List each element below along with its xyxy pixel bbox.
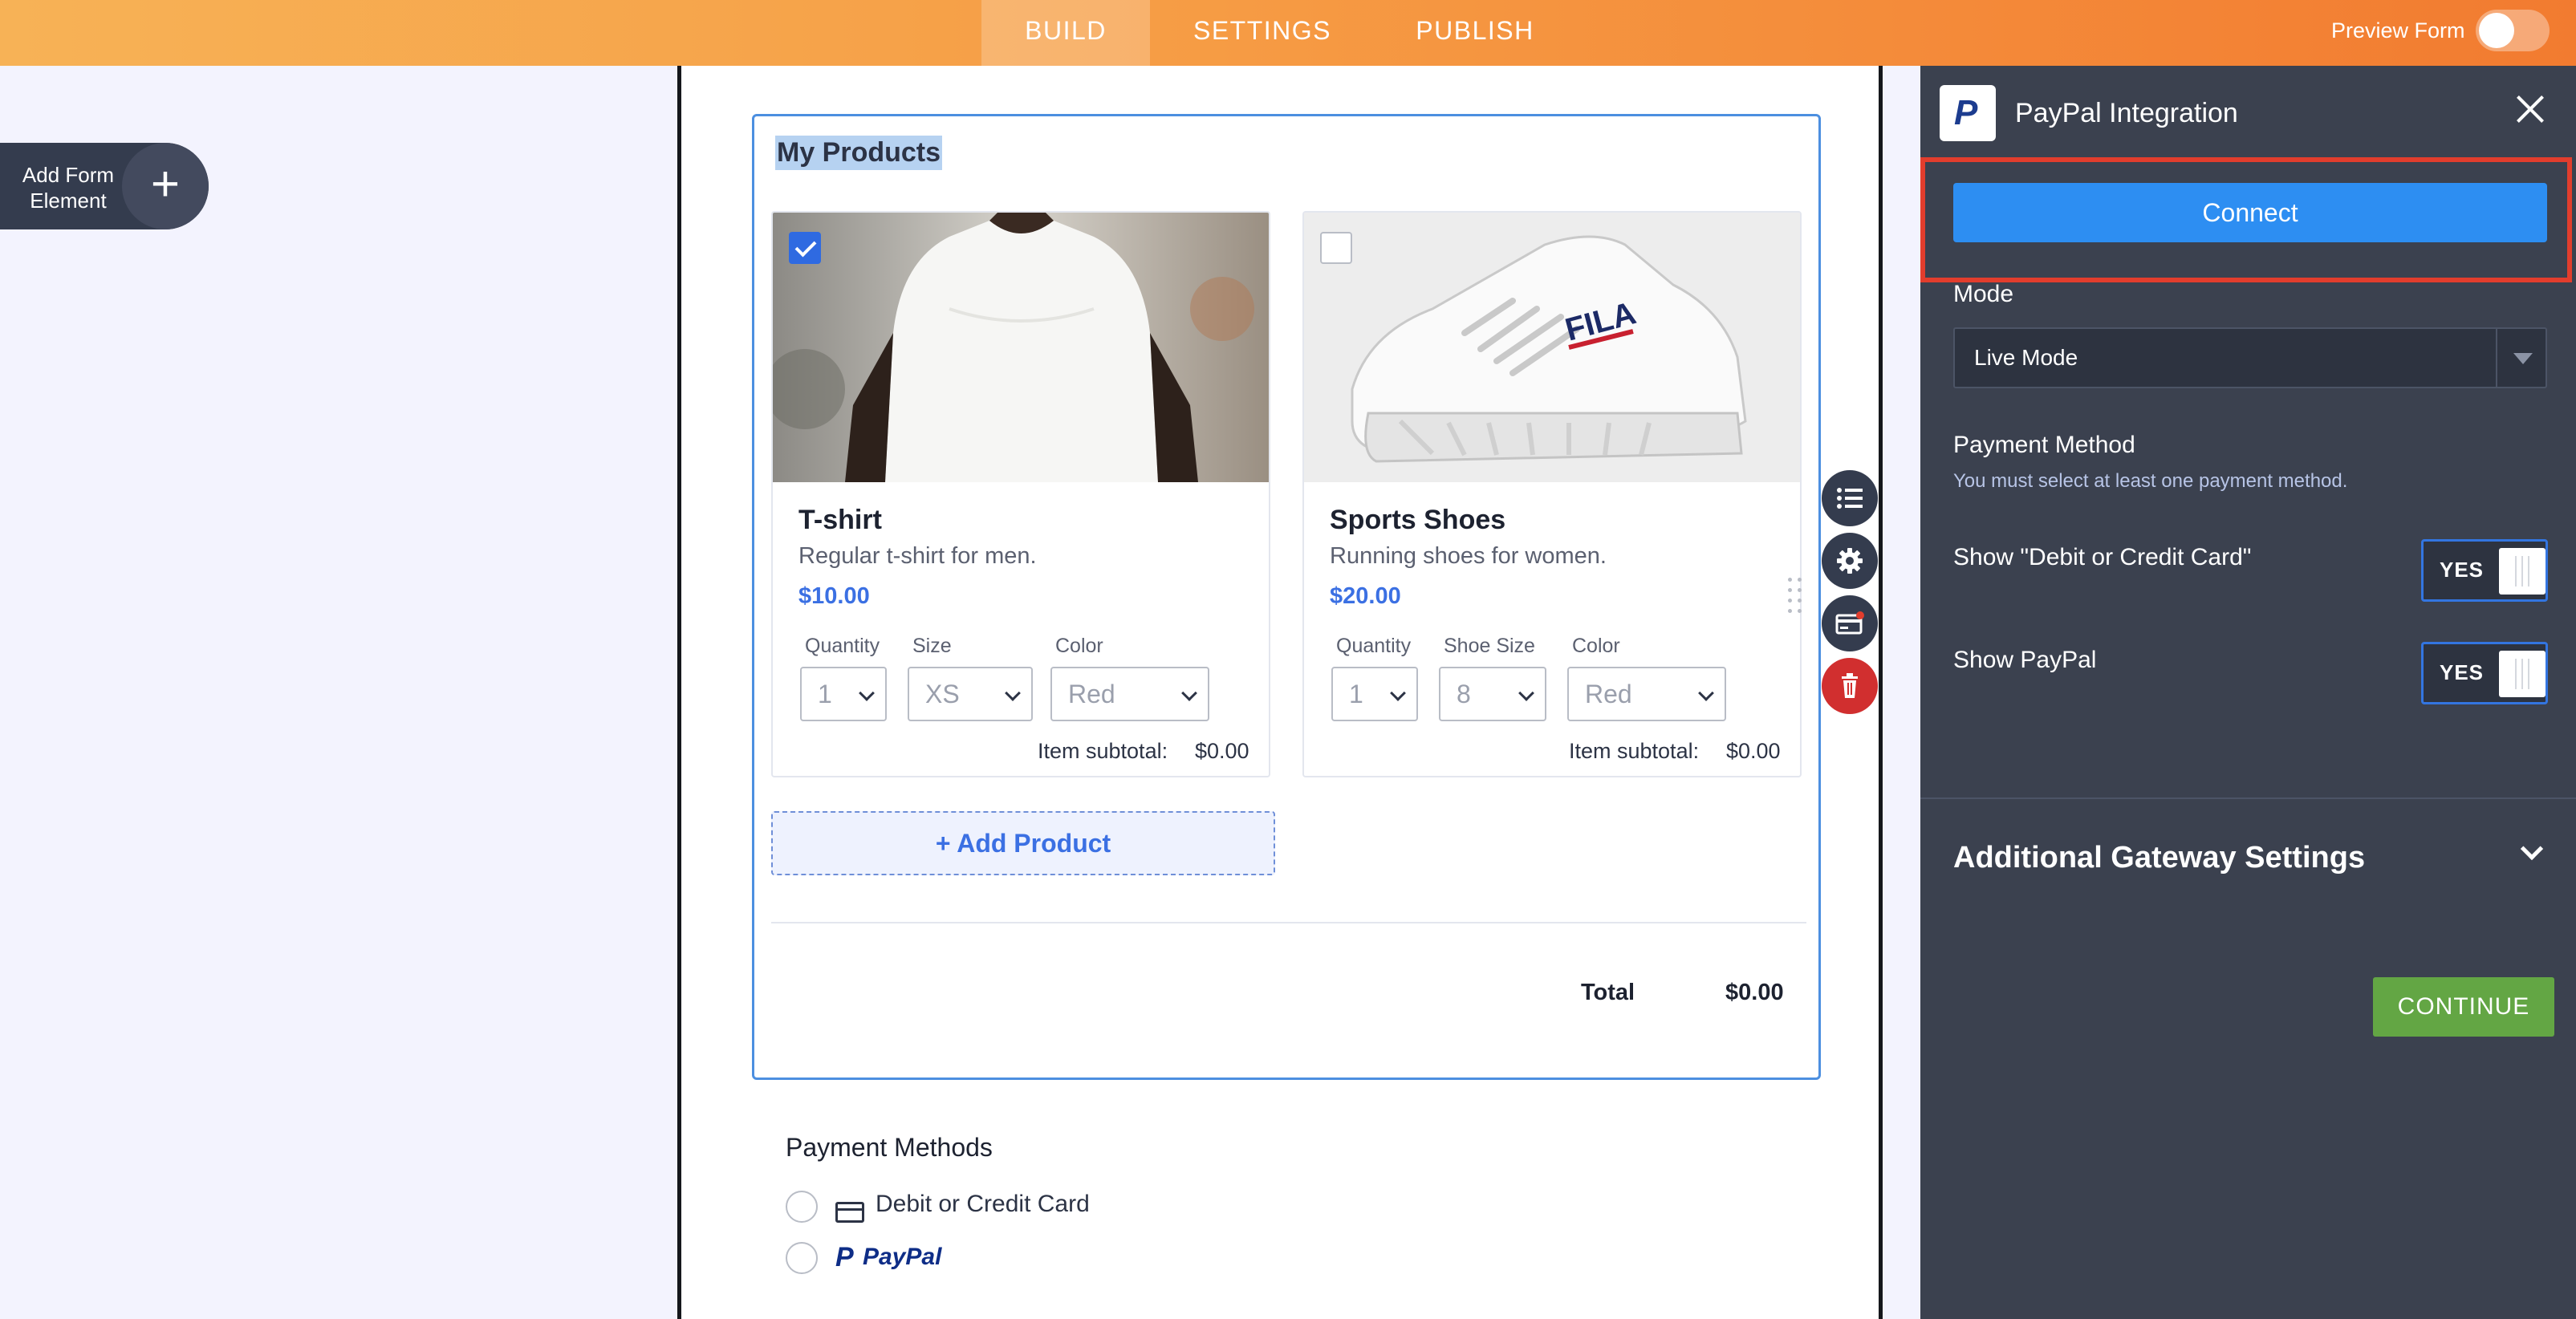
mode-select-value: Live Mode <box>1974 345 2078 370</box>
chevron-down-icon <box>1005 685 1021 701</box>
select-value: Red <box>1068 680 1115 708</box>
product-card-sports-shoes[interactable]: FILA Sports Shoes Running shoes for wome… <box>1302 211 1802 777</box>
radio-paypal[interactable] <box>786 1242 818 1274</box>
payment-method-label: Payment Method <box>1953 432 2135 458</box>
payment-card-icon <box>1835 611 1864 635</box>
tab-publish[interactable]: PUBLISH <box>1375 0 1575 66</box>
toggle-knob <box>2499 548 2546 595</box>
product-checkbox[interactable] <box>789 232 821 264</box>
color-label: Color <box>1572 635 1620 657</box>
item-subtotal-value: $0.00 <box>1195 739 1249 763</box>
size-select[interactable]: XS <box>908 667 1033 721</box>
settings-button[interactable] <box>1822 533 1878 589</box>
show-card-label: Show "Debit or Credit Card" <box>1953 544 2252 570</box>
product-description: Regular t-shirt for men. <box>798 543 1037 569</box>
shoe-size-label: Shoe Size <box>1444 635 1535 657</box>
caret-down-icon <box>2513 353 2533 364</box>
product-card-tshirt[interactable]: T-shirt Regular t-shirt for men. $10.00 … <box>771 211 1270 777</box>
payment-method-card-label: Debit or Credit Card <box>876 1191 1090 1217</box>
main-tabs: BUILD SETTINGS PUBLISH <box>981 0 1575 66</box>
item-subtotal-label: Item subtotal: <box>1569 739 1700 763</box>
properties-button[interactable] <box>1822 470 1878 526</box>
select-value: 1 <box>1349 680 1363 708</box>
add-product-button[interactable]: + Add Product <box>771 811 1275 875</box>
shoe-size-select[interactable]: 8 <box>1439 667 1546 721</box>
show-paypal-toggle[interactable]: YES <box>2421 642 2548 704</box>
credit-card-icon <box>835 1202 864 1223</box>
chevron-down-icon <box>1518 685 1534 701</box>
show-card-toggle[interactable]: YES <box>2421 539 2548 602</box>
payment-settings-button[interactable] <box>1822 595 1878 651</box>
show-paypal-label: Show PayPal <box>1953 647 2097 673</box>
product-name: T-shirt <box>798 505 882 535</box>
preview-form-label: Preview Form <box>2331 18 2465 43</box>
radio-debit-credit-card[interactable] <box>786 1191 818 1223</box>
size-label: Size <box>912 635 952 657</box>
color-select[interactable]: Red <box>1050 667 1209 721</box>
total-label: Total <box>1581 980 1635 1005</box>
toggle-yes-text: YES <box>2440 660 2485 684</box>
chevron-down-icon <box>1698 685 1714 701</box>
paypal-logo-text: PayPal <box>863 1244 942 1270</box>
preview-form-toggle[interactable] <box>2476 10 2550 51</box>
sneaker-image: FILA <box>1304 213 1800 482</box>
tab-settings[interactable]: SETTINGS <box>1150 0 1375 66</box>
widget-title[interactable]: My Products <box>775 136 943 170</box>
product-checkbox[interactable] <box>1320 232 1352 264</box>
close-icon[interactable] <box>2514 93 2546 125</box>
select-value: 1 <box>818 680 832 708</box>
chevron-down-icon[interactable] <box>2520 837 2544 861</box>
toggle-yes-text: YES <box>2440 558 2485 582</box>
continue-button[interactable]: CONTINUE <box>2373 977 2554 1037</box>
add-form-element-button[interactable]: Add Form Element + <box>0 143 209 229</box>
chevron-down-icon <box>1390 685 1406 701</box>
payment-methods-title: Payment Methods <box>786 1133 993 1162</box>
quantity-select[interactable]: 1 <box>800 667 887 721</box>
product-name: Sports Shoes <box>1330 505 1506 535</box>
product-list-widget[interactable]: My Products T-shirt Regular t-shirt for … <box>752 114 1821 1080</box>
color-select[interactable]: Red <box>1567 667 1726 721</box>
additional-gateway-settings-toggle[interactable]: Additional Gateway Settings <box>1953 841 2365 875</box>
delete-button[interactable] <box>1822 658 1878 714</box>
toggle-knob <box>2479 13 2514 48</box>
panel-header: P PayPal Integration <box>1920 66 2576 159</box>
select-separator <box>2496 329 2497 387</box>
total-value: $0.00 <box>1725 980 1784 1005</box>
drag-handle-icon[interactable] <box>1788 578 1804 613</box>
product-price: $20.00 <box>1330 583 1401 609</box>
tshirt-image <box>773 213 1269 482</box>
quantity-label: Quantity <box>805 635 880 657</box>
select-value: 8 <box>1457 680 1471 708</box>
top-navigation-bar: BUILD SETTINGS PUBLISH Preview Form <box>0 0 2576 66</box>
plus-icon[interactable]: + <box>122 143 209 229</box>
add-form-element-label: Add Form Element <box>22 163 115 213</box>
gear-icon <box>1837 548 1863 574</box>
color-label: Color <box>1055 635 1103 657</box>
item-subtotal-value: $0.00 <box>1726 739 1781 763</box>
quantity-label: Quantity <box>1336 635 1412 657</box>
mode-label: Mode <box>1953 281 2014 307</box>
mode-select[interactable]: Live Mode <box>1953 327 2547 388</box>
paypal-logo-letter: P <box>1954 93 1978 132</box>
item-subtotal-label: Item subtotal: <box>1038 739 1168 763</box>
payment-method-hint: You must select at least one payment met… <box>1953 470 2348 492</box>
select-value: Red <box>1585 680 1632 708</box>
product-description: Running shoes for women. <box>1330 543 1607 569</box>
paypal-logo-icon: P <box>835 1242 854 1272</box>
paypal-logo: P <box>1940 85 1996 141</box>
list-icon <box>1837 488 1863 509</box>
quantity-select[interactable]: 1 <box>1331 667 1418 721</box>
chevron-down-icon <box>859 685 875 701</box>
select-value: XS <box>925 680 960 708</box>
panel-divider <box>1920 797 2576 799</box>
trash-icon <box>1842 673 1858 698</box>
chevron-down-icon <box>1181 685 1197 701</box>
product-price: $10.00 <box>798 583 870 609</box>
form-canvas: My Products T-shirt Regular t-shirt for … <box>677 66 1883 1319</box>
divider <box>771 922 1806 923</box>
connect-highlight-box <box>1920 157 2572 282</box>
tab-build[interactable]: BUILD <box>981 0 1150 66</box>
toggle-knob <box>2499 651 2546 697</box>
panel-title: PayPal Integration <box>2015 98 2238 128</box>
